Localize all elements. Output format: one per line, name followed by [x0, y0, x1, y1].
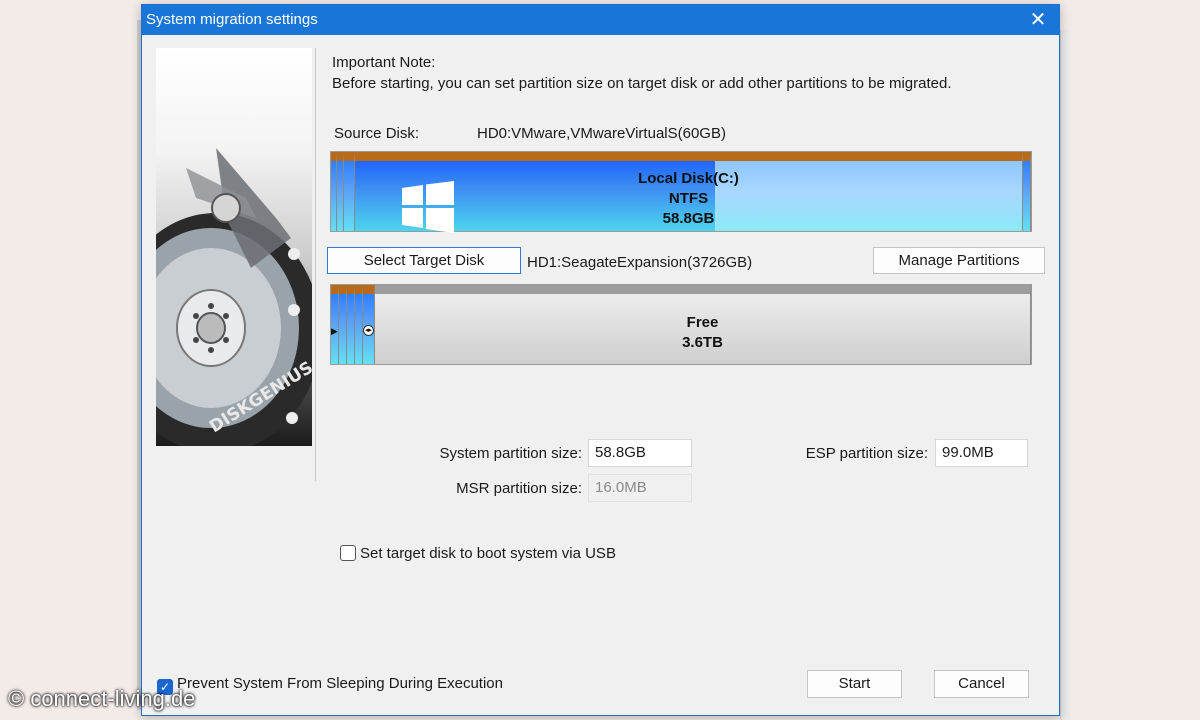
partition-segment[interactable] — [337, 152, 344, 231]
diskgenius-side-image: DISKGENIUS — [156, 48, 312, 446]
source-disk-value: HD0:VMware,VMwareVirtualS(60GB) — [477, 125, 726, 142]
partition-segment[interactable] — [347, 285, 355, 364]
start-button[interactable]: Start — [807, 670, 902, 698]
watermark: © connect-living.de — [8, 686, 196, 711]
free-space-size: 3.6TB — [682, 334, 723, 351]
target-disk-map[interactable]: ▶ ◂▸ Free 3.6TB — [330, 284, 1032, 365]
manage-partitions-button[interactable]: Manage Partitions — [873, 247, 1045, 274]
cancel-button[interactable]: Cancel — [934, 670, 1029, 698]
title-bar[interactable]: System migration settings ✕ — [142, 5, 1059, 35]
system-partition-size-label: System partition size: — [439, 445, 582, 462]
esp-partition-size-label: ESP partition size: — [805, 445, 928, 462]
prevent-sleep-label: Prevent System From Sleeping During Exec… — [177, 675, 503, 692]
partition-segment[interactable] — [1023, 152, 1031, 231]
free-space-label: Free — [686, 314, 719, 331]
background-window-edge-right — [1060, 30, 1070, 720]
partition-filesystem: NTFS — [668, 190, 709, 207]
system-migration-dialog: System migration settings ✕ DISKGENIUS I… — [141, 4, 1060, 716]
msr-partition-size-label: MSR partition size: — [456, 480, 582, 497]
partition-segment[interactable]: ▶ — [331, 285, 339, 364]
partition-segment[interactable] — [339, 285, 347, 364]
partition-segment[interactable] — [344, 152, 355, 231]
prevent-sleep-option[interactable]: ✓ Prevent System From Sleeping During Exe… — [157, 675, 503, 695]
close-button[interactable]: ✕ — [1023, 7, 1053, 33]
msr-partition-size-input: 16.0MB — [588, 474, 692, 502]
usb-boot-option[interactable]: Set target disk to boot system via USB — [340, 545, 616, 562]
resize-handle-icon[interactable]: ▶ — [331, 326, 338, 337]
note-text: Before starting, you can set partition s… — [332, 75, 952, 92]
partition-size: 58.8GB — [662, 210, 715, 227]
partition-segment[interactable] — [355, 285, 363, 364]
source-disk-map[interactable]: Local Disk(C:) NTFS 58.8GB — [330, 151, 1032, 233]
partition-local-disk-c[interactable]: Local Disk(C:) NTFS 58.8GB — [355, 152, 1023, 233]
esp-partition-size-input[interactable]: 99.0MB — [935, 439, 1028, 467]
target-disk-value: HD1:SeagateExpansion(3726GB) — [527, 254, 753, 271]
usb-boot-checkbox[interactable] — [340, 545, 356, 561]
system-partition-size-input[interactable]: 58.8GB — [588, 439, 692, 467]
drag-handle-icon[interactable]: ◂▸ — [363, 325, 374, 336]
close-icon: ✕ — [1029, 9, 1047, 31]
panel-divider — [315, 48, 316, 481]
note-heading: Important Note: — [332, 54, 436, 71]
usb-boot-label: Set target disk to boot system via USB — [360, 545, 616, 562]
source-disk-label: Source Disk: — [334, 125, 420, 142]
partition-name: Local Disk(C:) — [638, 170, 739, 187]
partition-segment[interactable]: ◂▸ — [363, 285, 375, 364]
select-target-disk-button[interactable]: Select Target Disk — [327, 247, 521, 274]
free-space-segment[interactable]: Free 3.6TB — [375, 285, 1031, 364]
hard-disk-illustration: DISKGENIUS — [156, 148, 312, 446]
dialog-title: System migration settings — [146, 11, 318, 28]
